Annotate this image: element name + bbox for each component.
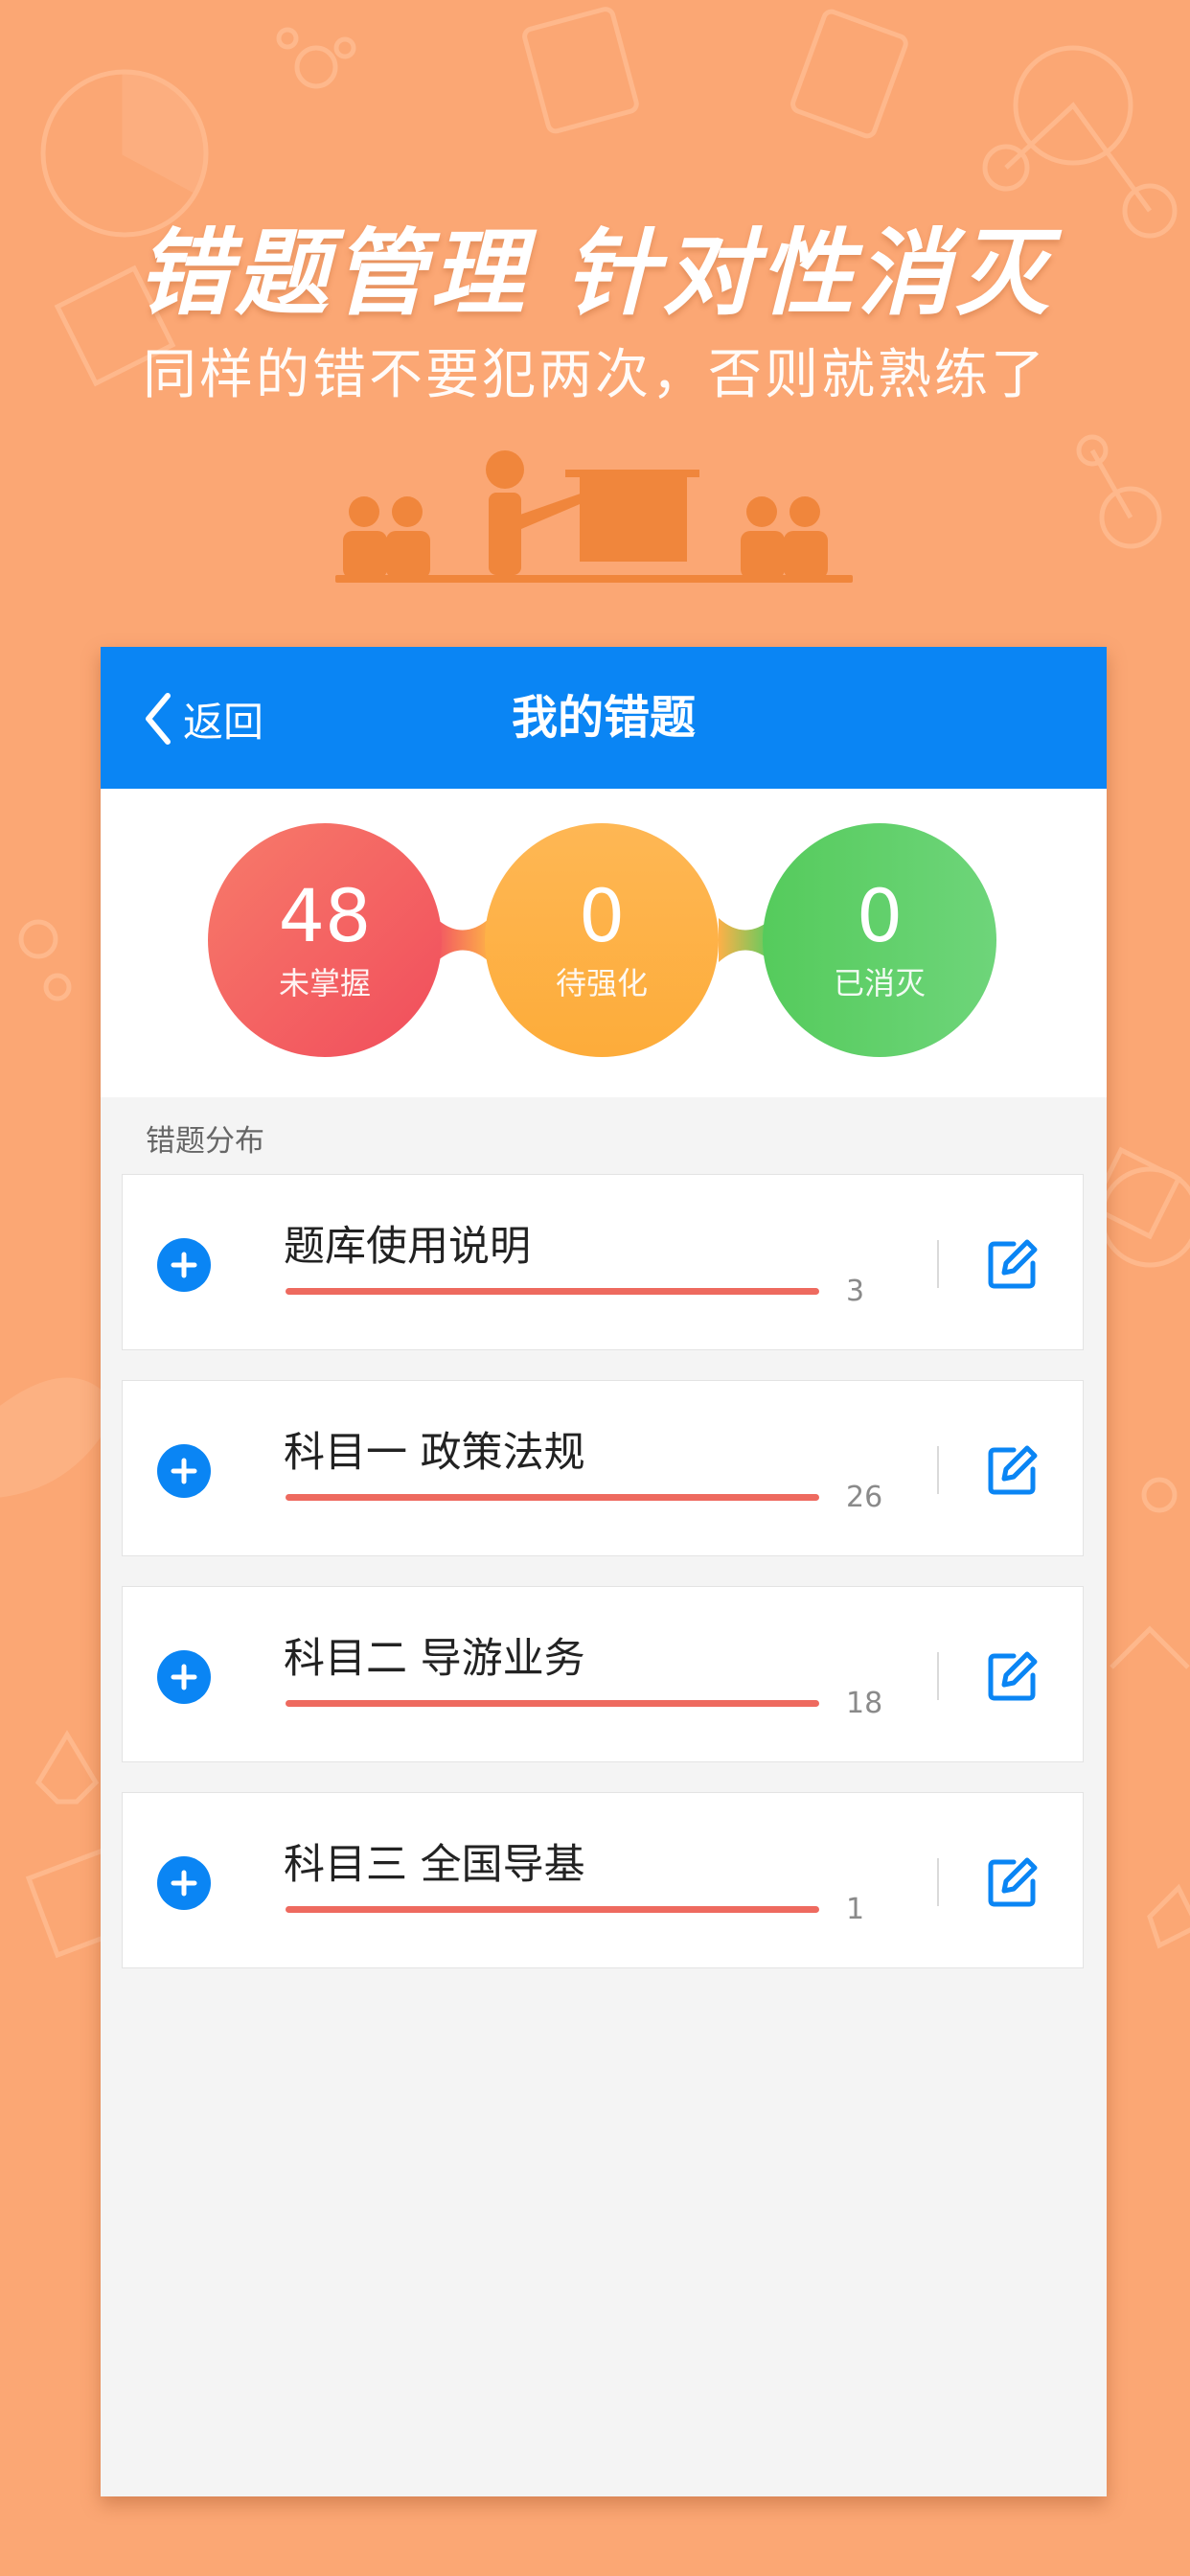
navigation-bar: 返回 我的错题 [101, 647, 1107, 789]
stat-label: 待强化 [555, 965, 648, 1001]
divider [937, 1652, 939, 1700]
category-count: 18 [846, 1687, 883, 1720]
category-name: 科目一 政策法规 [284, 1429, 585, 1477]
category-count: 26 [846, 1481, 883, 1514]
edit-icon[interactable] [985, 1648, 1041, 1704]
chevron-left-icon [146, 693, 171, 745]
category-count: 3 [846, 1275, 865, 1308]
stats-panel: 48 未掌握 0 待强化 0 已消灭 [101, 789, 1107, 1097]
plus-circle-icon[interactable] [155, 1236, 213, 1294]
divider [937, 1858, 939, 1906]
category-card[interactable]: 科目二 导游业务 18 [122, 1586, 1084, 1762]
back-label: 返回 [183, 698, 264, 746]
promo-title: 错题管理 针对性消灭 [136, 219, 1054, 329]
category-progress-bar [286, 1906, 819, 1913]
category-card[interactable]: 题库使用说明 3 [122, 1174, 1084, 1350]
stat-label: 已消灭 [833, 965, 926, 1001]
stat-unmastered[interactable]: 48 未掌握 [208, 823, 442, 1057]
promo-subtitle: 同样的错不要犯两次，否则就熟练了 [143, 344, 1047, 406]
edit-icon[interactable] [985, 1236, 1041, 1292]
category-count: 1 [846, 1893, 865, 1926]
category-card[interactable]: 科目一 政策法规 26 [122, 1380, 1084, 1556]
stat-value: 48 [278, 873, 372, 958]
stat-label: 未掌握 [278, 965, 371, 1001]
divider [937, 1240, 939, 1288]
app-screen: 返回 我的错题 48 未掌握 0 待强化 0 已消灭 错题分布 题库使用说明 3… [101, 647, 1107, 2496]
category-progress-bar [286, 1494, 819, 1501]
edit-icon[interactable] [985, 1854, 1041, 1910]
stat-value: 0 [578, 873, 626, 958]
category-name: 科目二 导游业务 [284, 1635, 585, 1683]
stat-value: 0 [856, 873, 904, 958]
back-button[interactable]: 返回 [139, 685, 263, 752]
divider [937, 1446, 939, 1494]
stat-to-strengthen[interactable]: 0 待强化 [485, 823, 719, 1057]
category-progress-bar [286, 1288, 819, 1295]
stat-eliminated[interactable]: 0 已消灭 [763, 823, 996, 1057]
category-progress-bar [286, 1700, 819, 1707]
section-label: 错题分布 [146, 1124, 264, 1159]
classroom-illustration [335, 450, 853, 583]
plus-circle-icon[interactable] [155, 1442, 213, 1500]
plus-circle-icon[interactable] [155, 1648, 213, 1706]
category-name: 题库使用说明 [284, 1223, 531, 1271]
edit-icon[interactable] [985, 1442, 1041, 1498]
plus-circle-icon[interactable] [155, 1854, 213, 1912]
category-card[interactable]: 科目三 全国导基 1 [122, 1792, 1084, 1968]
category-name: 科目三 全国导基 [284, 1841, 585, 1889]
